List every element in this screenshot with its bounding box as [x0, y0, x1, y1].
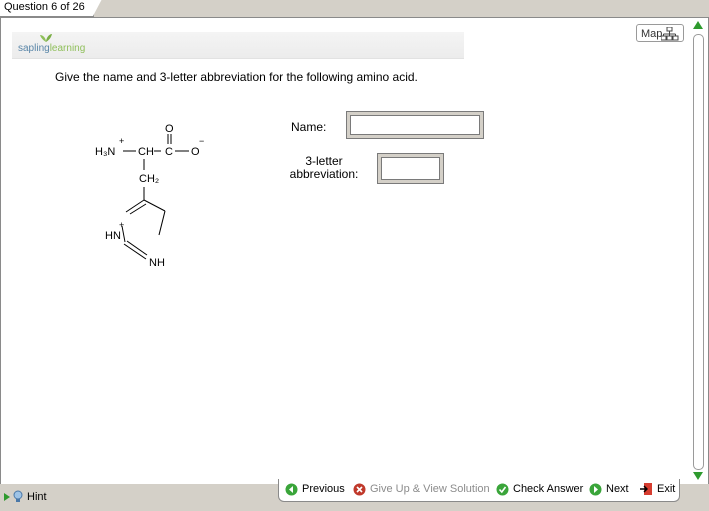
carboxylate-o-label: O [191, 146, 200, 158]
tab-bar: Question 6 of 26 [0, 0, 709, 17]
map-label: Map [641, 28, 663, 40]
scroll-track[interactable] [693, 34, 704, 470]
name-input[interactable] [346, 111, 484, 139]
ring-nh-label: NH [149, 257, 165, 269]
hint-button[interactable]: Hint [4, 490, 47, 503]
abbreviation-label: 3-letter abbreviation: [289, 154, 359, 181]
navigation-bar: Previous Give Up & View Solution Check A… [278, 479, 680, 502]
map-tree-icon [661, 27, 679, 41]
carboxylate-charge: − [199, 136, 204, 146]
leaf-icon [40, 34, 52, 42]
exit-button[interactable]: Exit [639, 482, 675, 496]
logo-banner: saplinglearning [12, 32, 464, 59]
exit-door-icon [640, 483, 652, 495]
next-label: Next [606, 483, 629, 495]
vertical-scrollbar[interactable] [690, 18, 706, 484]
carbonyl-o-label: O [165, 123, 174, 135]
give-up-label: Give Up & View Solution [370, 483, 490, 495]
question-text: Give the name and 3-letter abbreviation … [55, 70, 418, 84]
bottom-bar: Hint Previous Give Up & View Solution Ch… [0, 479, 709, 511]
amine-charge: + [119, 136, 124, 146]
next-button[interactable]: Next [589, 482, 629, 496]
scroll-down-icon[interactable] [693, 472, 703, 480]
hint-label: Hint [27, 490, 47, 503]
name-label: Name: [291, 120, 327, 134]
question-tab: Question 6 of 26 [0, 0, 102, 17]
ring-hn-charge: + [119, 220, 124, 230]
ring-hn-label: HN [105, 230, 121, 242]
amine-label: H₃N [95, 146, 115, 158]
sapling-learning-logo: saplinglearning [18, 43, 86, 54]
checkmark-icon [496, 483, 509, 495]
cancel-icon [353, 483, 366, 495]
map-button[interactable]: Map [636, 24, 684, 42]
alpha-ch-label: CH [138, 146, 154, 158]
arrow-right-icon [589, 483, 602, 495]
carboxyl-c-label: C [165, 146, 173, 158]
check-answer-button[interactable]: Check Answer [496, 482, 583, 496]
arrow-left-icon [285, 483, 298, 495]
question-content: saplinglearning Map Give the name and 3-… [1, 18, 689, 484]
scroll-up-icon[interactable] [693, 21, 703, 29]
ch2-label: CH₂ [139, 173, 159, 185]
lightbulb-icon [13, 490, 23, 502]
abbreviation-input[interactable] [377, 153, 444, 184]
give-up-button[interactable]: Give Up & View Solution [353, 482, 490, 496]
expand-triangle-icon [4, 492, 10, 501]
check-answer-label: Check Answer [513, 483, 584, 495]
histidine-structure: H₃N + CH C O O − CH₂ HN + NH [95, 123, 204, 269]
exit-label: Exit [657, 483, 676, 495]
previous-button[interactable]: Previous [285, 482, 345, 496]
previous-label: Previous [302, 483, 345, 495]
